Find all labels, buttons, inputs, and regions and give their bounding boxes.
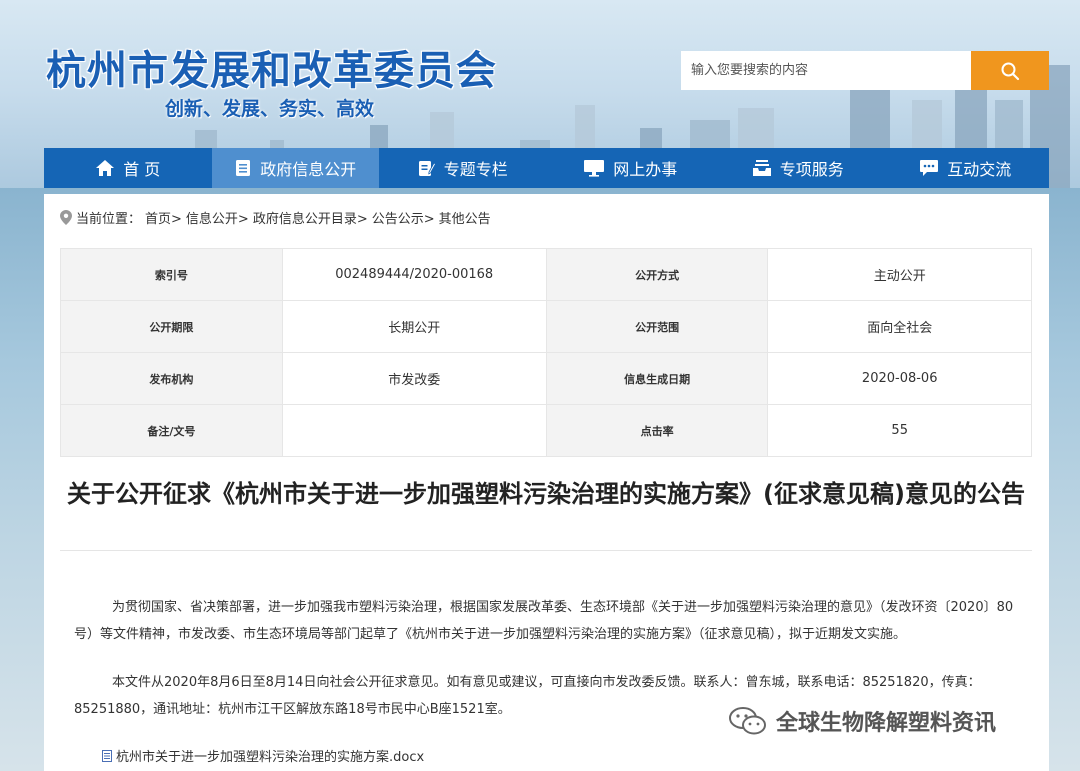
search-button[interactable] — [971, 51, 1049, 90]
breadcrumb-prefix: 当前位置： — [76, 212, 142, 227]
nav-item-label: 首 页 — [123, 160, 161, 179]
table-row: 备注/文号 点击率 55 — [60, 404, 1032, 457]
breadcrumb-item-home[interactable]: 首页> — [145, 208, 182, 227]
nav-item-label: 网上办事 — [613, 160, 678, 179]
table-row: 公开期限 长期公开 公开范围 面向全社会 — [60, 300, 1032, 353]
meta-value: 市发改委 — [281, 352, 547, 405]
edit-icon — [418, 161, 436, 176]
breadcrumb-item-other[interactable]: 其他公告 — [439, 208, 491, 227]
main-nav: 首 页 政府信息公开 专题专栏 网上办事 专项服务 互动交流 — [44, 148, 1049, 188]
search-bar — [681, 51, 1049, 90]
meta-value: 2020-08-06 — [767, 352, 1032, 405]
meta-label: 发布机构 — [60, 352, 283, 405]
article-paragraph: 为贯彻国家、省决策部署，进一步加强我市塑料污染治理，根据国家发展改革委、生态环境… — [74, 600, 1014, 642]
attachment-link[interactable]: 杭州市关于进一步加强塑料污染治理的实施方案.docx — [102, 746, 424, 765]
meta-label: 索引号 — [60, 248, 283, 301]
search-input[interactable] — [681, 51, 971, 90]
home-icon — [96, 160, 115, 176]
chat-icon — [920, 160, 939, 176]
nav-item-interaction[interactable]: 互动交流 — [882, 148, 1050, 188]
content-panel: 当前位置： 首页> 信息公开> 政府信息公开目录> 公告公示> 其他公告 索引号… — [44, 194, 1049, 771]
inbox-icon — [752, 160, 771, 176]
table-row: 索引号 002489444/2020-00168 公开方式 主动公开 — [60, 248, 1032, 301]
wechat-icon — [729, 707, 766, 735]
nav-item-label: 互动交流 — [947, 160, 1012, 179]
nav-item-topics[interactable]: 专题专栏 — [379, 148, 547, 188]
meta-value — [281, 404, 547, 457]
meta-label: 公开方式 — [545, 248, 769, 301]
metadata-table: 索引号 002489444/2020-00168 公开方式 主动公开 公开期限 … — [60, 248, 1032, 457]
search-icon — [1001, 62, 1020, 80]
location-pin-icon — [60, 210, 72, 225]
meta-value: 002489444/2020-00168 — [281, 248, 547, 301]
meta-value: 55 — [767, 404, 1032, 457]
monitor-icon — [584, 160, 605, 177]
title-divider — [60, 550, 1032, 551]
attachment-name: 杭州市关于进一步加强塑料污染治理的实施方案.docx — [116, 750, 425, 765]
nav-item-label: 专项服务 — [779, 160, 844, 179]
table-row: 发布机构 市发改委 信息生成日期 2020-08-06 — [60, 352, 1032, 405]
breadcrumb-item-info[interactable]: 信息公开> — [186, 208, 249, 227]
nav-item-home[interactable]: 首 页 — [44, 148, 212, 188]
file-icon — [102, 749, 112, 762]
nav-item-special-service[interactable]: 专项服务 — [714, 148, 882, 188]
meta-value: 长期公开 — [281, 300, 547, 353]
breadcrumb-item-catalog[interactable]: 政府信息公开目录> — [253, 208, 368, 227]
document-icon — [236, 160, 251, 176]
watermark-text: 全球生物降解塑料资讯 — [776, 711, 997, 736]
meta-label: 点击率 — [545, 404, 769, 457]
breadcrumb: 当前位置： 首页> 信息公开> 政府信息公开目录> 公告公示> 其他公告 — [60, 208, 491, 227]
meta-value: 主动公开 — [767, 248, 1032, 301]
meta-label: 备注/文号 — [60, 404, 283, 457]
nav-item-label: 政府信息公开 — [260, 160, 357, 179]
meta-label: 信息生成日期 — [545, 352, 769, 405]
nav-item-label: 专题专栏 — [443, 160, 508, 179]
watermark: 全球生物降解塑料资讯 — [728, 705, 996, 737]
nav-item-gov-info[interactable]: 政府信息公开 — [211, 148, 379, 188]
breadcrumb-item-notices[interactable]: 公告公示> — [372, 208, 435, 227]
meta-value: 面向全社会 — [767, 300, 1032, 353]
nav-item-online-service[interactable]: 网上办事 — [547, 148, 715, 188]
site-slogan: 创新、发展、务实、高效 — [165, 98, 375, 120]
article-title: 关于公开征求《杭州市关于进一步加强塑料污染治理的实施方案》(征求意见稿)意见的公… — [67, 480, 1025, 508]
meta-label: 公开范围 — [545, 300, 769, 353]
meta-label: 公开期限 — [60, 300, 283, 353]
site-title[interactable]: 杭州市发展和改革委员会 — [46, 38, 497, 96]
